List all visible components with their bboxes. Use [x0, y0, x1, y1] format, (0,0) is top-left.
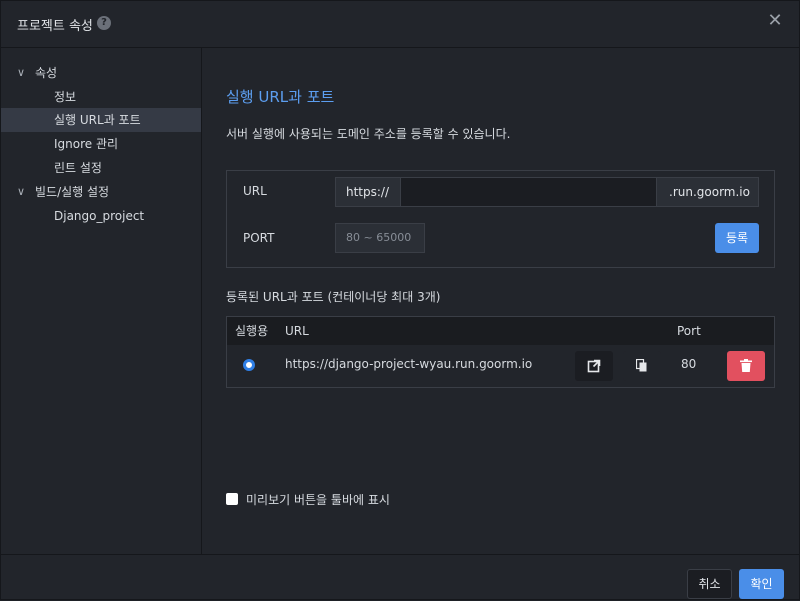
dialog-footer: 취소 확인 [1, 554, 799, 601]
row-port: 80 [681, 357, 697, 371]
column-header: 실행용 [235, 324, 269, 338]
dialog-title: 프로젝트 속성 [17, 19, 93, 34]
chevron-down-icon[interactable]: ∨ [17, 180, 25, 204]
sidebar: ∨ 속성 정보 실행 URL과 포트 Ignore 관리 린트 설정 ∨ 빌드/… [1, 48, 202, 554]
copy-button[interactable] [623, 351, 661, 381]
port-label: PORT [243, 231, 275, 245]
sidebar-item-label: Ignore 관리 [54, 137, 119, 151]
registered-urls-table: 실행용 URL Port https://django-project-wyau… [226, 316, 775, 388]
chevron-down-icon[interactable]: ∨ [17, 61, 25, 85]
column-header: Port [677, 324, 701, 338]
copy-icon [635, 358, 647, 372]
register-button[interactable]: 등록 [715, 223, 759, 253]
sidebar-item-label: 린트 설정 [54, 161, 102, 175]
table-row: https://django-project-wyau.run.goorm.io… [227, 345, 774, 387]
sidebar-item-ignore[interactable]: Ignore 관리 [1, 132, 201, 156]
sidebar-item-label: Django_project [54, 209, 145, 223]
protocol-prefix: https:// [335, 177, 401, 207]
trash-icon [740, 359, 752, 372]
table-header: 실행용 URL Port [227, 317, 774, 345]
port-input[interactable]: 80 ~ 65000 [335, 223, 425, 253]
delete-button[interactable] [727, 351, 765, 381]
sidebar-item-label: 실행 URL과 포트 [54, 113, 141, 127]
close-icon[interactable]: ✕ [767, 12, 783, 30]
sidebar-item-properties[interactable]: ∨ 속성 [1, 61, 201, 85]
domain-suffix: .run.goorm.io [656, 177, 759, 207]
registered-urls-title: 등록된 URL과 포트 (컨테이너당 최대 3개) [226, 290, 441, 304]
run-select-radio[interactable] [243, 359, 255, 371]
url-input[interactable] [400, 177, 657, 207]
sidebar-item-lint[interactable]: 린트 설정 [1, 156, 201, 180]
external-link-icon [587, 359, 601, 373]
project-properties-dialog: 프로젝트 속성 ? ✕ ∨ 속성 정보 실행 URL과 포트 Ignore 관리… [0, 0, 800, 600]
sidebar-item-label: 빌드/실행 설정 [35, 185, 110, 199]
open-link-button[interactable] [575, 351, 613, 381]
sidebar-item-label: 정보 [54, 90, 77, 104]
dialog-header: 프로젝트 속성 ? ✕ [1, 1, 799, 48]
sidebar-item-django-project[interactable]: Django_project [1, 204, 201, 228]
page-title: 실행 URL과 포트 [226, 88, 335, 106]
ok-button[interactable]: 확인 [739, 569, 784, 599]
column-header: URL [285, 324, 309, 338]
page-description: 서버 실행에 사용되는 도메인 주소를 등록할 수 있습니다. [226, 127, 511, 141]
row-url: https://django-project-wyau.run.goorm.io [285, 357, 533, 371]
help-icon[interactable]: ? [97, 16, 111, 30]
sidebar-item-run-url-port[interactable]: 실행 URL과 포트 [1, 108, 201, 132]
sidebar-item-label: 속성 [35, 66, 58, 80]
sidebar-item-build-run[interactable]: ∨ 빌드/실행 설정 [1, 180, 201, 204]
show-preview-checkbox[interactable] [226, 493, 238, 505]
url-port-form: URL https:// .run.goorm.io PORT 80 ~ 650… [226, 170, 775, 268]
url-label: URL [243, 184, 267, 198]
sidebar-item-info[interactable]: 정보 [1, 85, 201, 109]
show-preview-label: 미리보기 버튼을 툴바에 표시 [246, 493, 390, 507]
cancel-button[interactable]: 취소 [687, 569, 732, 599]
main-panel: 실행 URL과 포트 서버 실행에 사용되는 도메인 주소를 등록할 수 있습니… [202, 48, 799, 554]
